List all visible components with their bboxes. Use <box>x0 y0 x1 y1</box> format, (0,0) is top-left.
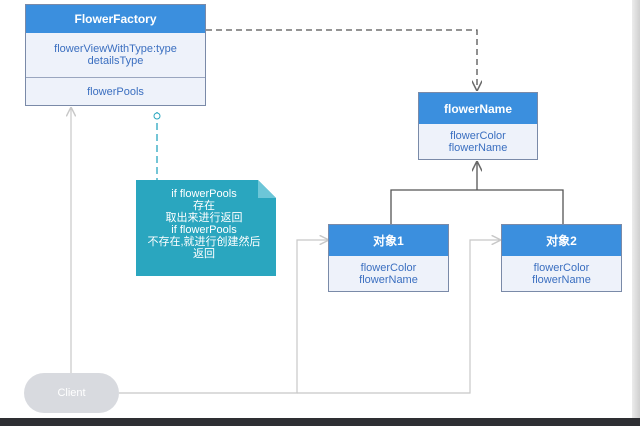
bottom-bar <box>0 418 640 426</box>
attribute-line: flowerViewWithType:type <box>54 43 177 55</box>
object1-to-flowername-connector <box>390 189 477 224</box>
uml-diagram: FlowerFactory flowerViewWithType:type de… <box>0 0 640 426</box>
factory-to-flowername-dashed-connector <box>206 29 477 90</box>
note-line: 不存在,就进行创建然后 <box>147 236 261 248</box>
note-line: 存在 <box>193 200 215 212</box>
flower-name-class: flowerName flowerColor flowerName <box>418 92 538 160</box>
attribute-line: detailsType <box>87 55 144 67</box>
object2-class: 对象2 flowerColor flowerName <box>501 224 622 292</box>
field-line: flowerName <box>448 141 508 154</box>
operation-line: flowerPools <box>87 85 144 98</box>
flower-name-fields: flowerColor flowerName <box>419 124 537 159</box>
note-text: if flowerPools 存在 取出来进行返回 if flowerPools… <box>140 188 268 260</box>
object1-fields: flowerColor flowerName <box>329 256 448 291</box>
object2-fields: flowerColor flowerName <box>502 256 621 291</box>
object1-class: 对象1 flowerColor flowerName <box>328 224 449 292</box>
flower-factory-operations: flowerPools <box>26 77 205 105</box>
field-line: flowerColor <box>450 129 506 142</box>
field-line: flowerColor <box>360 261 417 274</box>
field-line: flowerColor <box>533 261 590 274</box>
flower-factory-attributes: flowerViewWithType:type detailsType <box>26 33 205 77</box>
object2-title: 对象2 <box>502 225 621 256</box>
field-line: flowerName <box>359 273 418 286</box>
flower-factory-title: FlowerFactory <box>26 5 205 33</box>
note-line: 取出来进行返回 <box>165 212 243 224</box>
field-line: flowerName <box>532 273 591 286</box>
flower-name-title: flowerName <box>419 93 537 124</box>
window-right-edge <box>632 0 640 426</box>
note-line: if flowerPools <box>171 224 237 236</box>
flower-factory-class: FlowerFactory flowerViewWithType:type de… <box>25 4 206 106</box>
client-node[interactable]: Client <box>24 373 119 413</box>
note-link-anchor <box>153 112 161 120</box>
object2-to-flowername-connector <box>477 189 564 224</box>
note-line: if flowerPools <box>171 188 237 200</box>
note-line: 返回 <box>193 248 215 260</box>
object1-title: 对象1 <box>329 225 448 256</box>
